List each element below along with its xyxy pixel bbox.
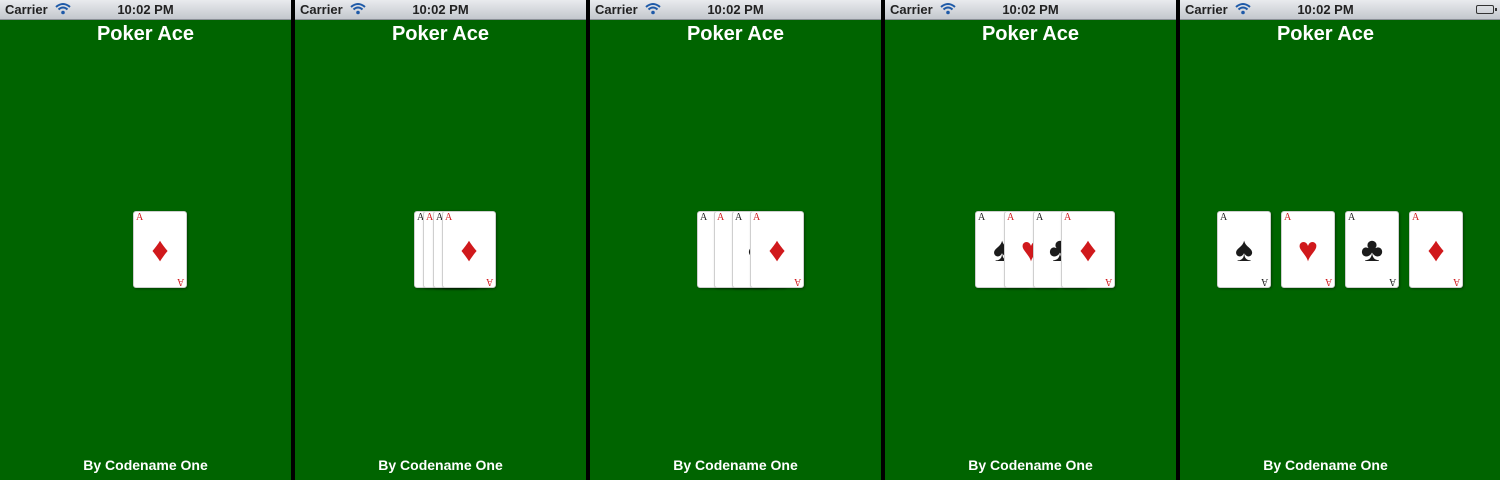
spade-icon: ♠ (1234, 230, 1254, 269)
card-rank-bottom: A (1260, 276, 1268, 287)
status-bar: Carrier 10:02 PM (1180, 0, 1500, 20)
card-rank-bottom: A (176, 276, 184, 287)
card-rank: A (1036, 212, 1044, 223)
card-rank-bottom: A (1324, 276, 1332, 287)
card-rank-bottom: A (1388, 276, 1396, 287)
footer-credit: By Codename One (673, 457, 798, 473)
diamond-icon: ♦ (1079, 230, 1097, 269)
club-icon: ♣ (1360, 230, 1384, 269)
status-time: 10:02 PM (707, 2, 764, 17)
app-title: Poker Ace (981, 23, 1080, 45)
status-bar: Carrier 10:02 PM (0, 0, 291, 20)
card-rank: A (445, 212, 453, 223)
diamond-icon: ♦ (1427, 230, 1445, 269)
card-rank: A (1220, 212, 1228, 223)
card-rank: A (753, 212, 761, 223)
card-ace-diamonds[interactable]: A ♦ A (750, 211, 804, 288)
card-rank: A (1412, 212, 1420, 223)
card-ace-diamonds[interactable]: A ♦ A (1061, 211, 1115, 288)
status-time: 10:02 PM (117, 2, 174, 17)
card-rank: A (978, 212, 986, 223)
footer-credit: By Codename One (1263, 457, 1388, 473)
app-title: Poker Ace (686, 23, 785, 45)
card-rank-bottom: A (1104, 276, 1112, 287)
card-ace-diamonds[interactable]: A ♦ A (133, 211, 187, 288)
screen-2: Carrier 10:02 PM Poker Ace A ♠ A A ♥ A A… (295, 0, 586, 480)
app-title: Poker Ace (1276, 23, 1375, 45)
card-rank-bottom: A (1452, 276, 1460, 287)
card-rank: A (1007, 212, 1015, 223)
status-time: 10:02 PM (412, 2, 469, 17)
status-bar: Carrier 10:02 PM (295, 0, 586, 20)
diamond-icon: ♦ (768, 230, 786, 269)
card-rank: A (136, 212, 144, 223)
screen-4: Carrier 10:02 PM Poker Ace A ♠ A A ♥ A A… (885, 0, 1176, 480)
card-rank-bottom: A (793, 276, 801, 287)
status-time: 10:02 PM (1002, 2, 1059, 17)
footer-credit: By Codename One (83, 457, 208, 473)
status-bar: Carrier 10:02 PM (885, 0, 1176, 20)
screen-1: Carrier 10:02 PM Poker Ace A ♦ A By Code… (0, 0, 291, 480)
card-rank: A (1284, 212, 1292, 223)
battery-icon (1476, 5, 1497, 14)
card-ace-clubs[interactable]: A ♣ A (1345, 211, 1399, 288)
card-ace-spades[interactable]: A ♠ A (1217, 211, 1271, 288)
card-rank: A (1064, 212, 1072, 223)
status-bar: Carrier 10:02 PM (590, 0, 881, 20)
card-ace-diamonds[interactable]: A ♦ A (442, 211, 496, 288)
app-title: Poker Ace (391, 23, 490, 45)
heart-icon: ♥ (1297, 230, 1319, 269)
diamond-icon: ♦ (151, 230, 169, 269)
card-ace-diamonds[interactable]: A ♦ A (1409, 211, 1463, 288)
card-rank: A (735, 212, 743, 223)
card-rank: A (717, 212, 725, 223)
card-ace-hearts[interactable]: A ♥ A (1281, 211, 1335, 288)
app-title: Poker Ace (96, 23, 195, 45)
card-rank-bottom: A (485, 276, 493, 287)
footer-credit: By Codename One (378, 457, 503, 473)
card-rank: A (700, 212, 708, 223)
footer-credit: By Codename One (968, 457, 1093, 473)
diamond-icon: ♦ (460, 230, 478, 269)
screen-5: Carrier 10:02 PM Poker Ace A ♠ A A ♥ A A… (1180, 0, 1500, 480)
status-time: 10:02 PM (1297, 2, 1354, 17)
card-rank: A (1348, 212, 1356, 223)
screen-3: Carrier 10:02 PM Poker Ace A ♠ A A ♥ A A… (590, 0, 881, 480)
